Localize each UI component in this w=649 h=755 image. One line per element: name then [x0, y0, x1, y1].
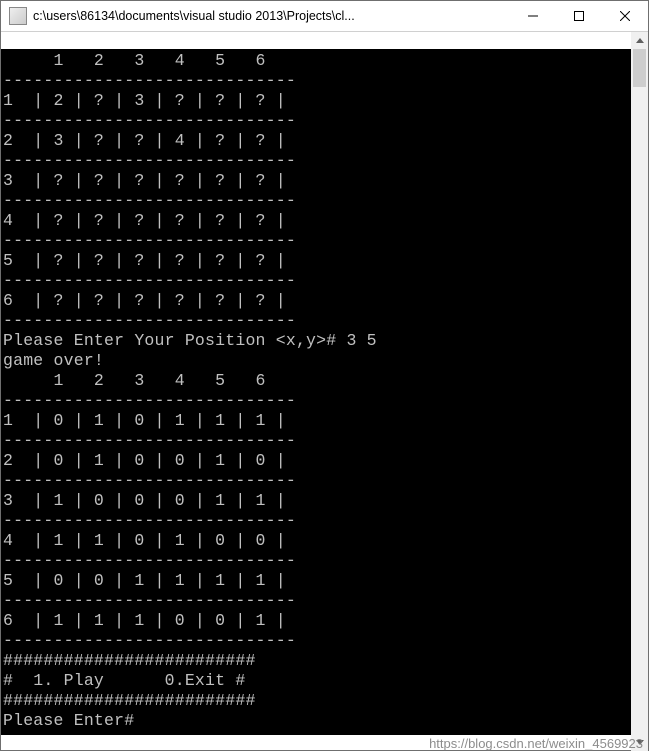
maximize-button[interactable]	[556, 1, 602, 31]
close-icon	[620, 11, 630, 21]
window-controls	[510, 1, 648, 31]
minimize-icon	[528, 11, 538, 21]
app-window: c:\users\86134\documents\visual studio 2…	[0, 0, 649, 751]
maximize-icon	[574, 11, 584, 21]
console-output[interactable]: 1 2 3 4 5 6 ----------------------------…	[1, 49, 631, 735]
window-title: c:\users\86134\documents\visual studio 2…	[33, 9, 510, 23]
chevron-down-icon	[636, 740, 644, 745]
vertical-scrollbar[interactable]	[631, 32, 648, 751]
chevron-up-icon	[636, 38, 644, 43]
client-area: 1 2 3 4 5 6 ----------------------------…	[1, 32, 648, 751]
scroll-thumb[interactable]	[633, 49, 646, 87]
app-icon	[9, 7, 27, 25]
close-button[interactable]	[602, 1, 648, 31]
titlebar[interactable]: c:\users\86134\documents\visual studio 2…	[1, 1, 648, 32]
minimize-button[interactable]	[510, 1, 556, 31]
scroll-down-button[interactable]	[631, 734, 648, 751]
scroll-up-button[interactable]	[631, 32, 648, 49]
